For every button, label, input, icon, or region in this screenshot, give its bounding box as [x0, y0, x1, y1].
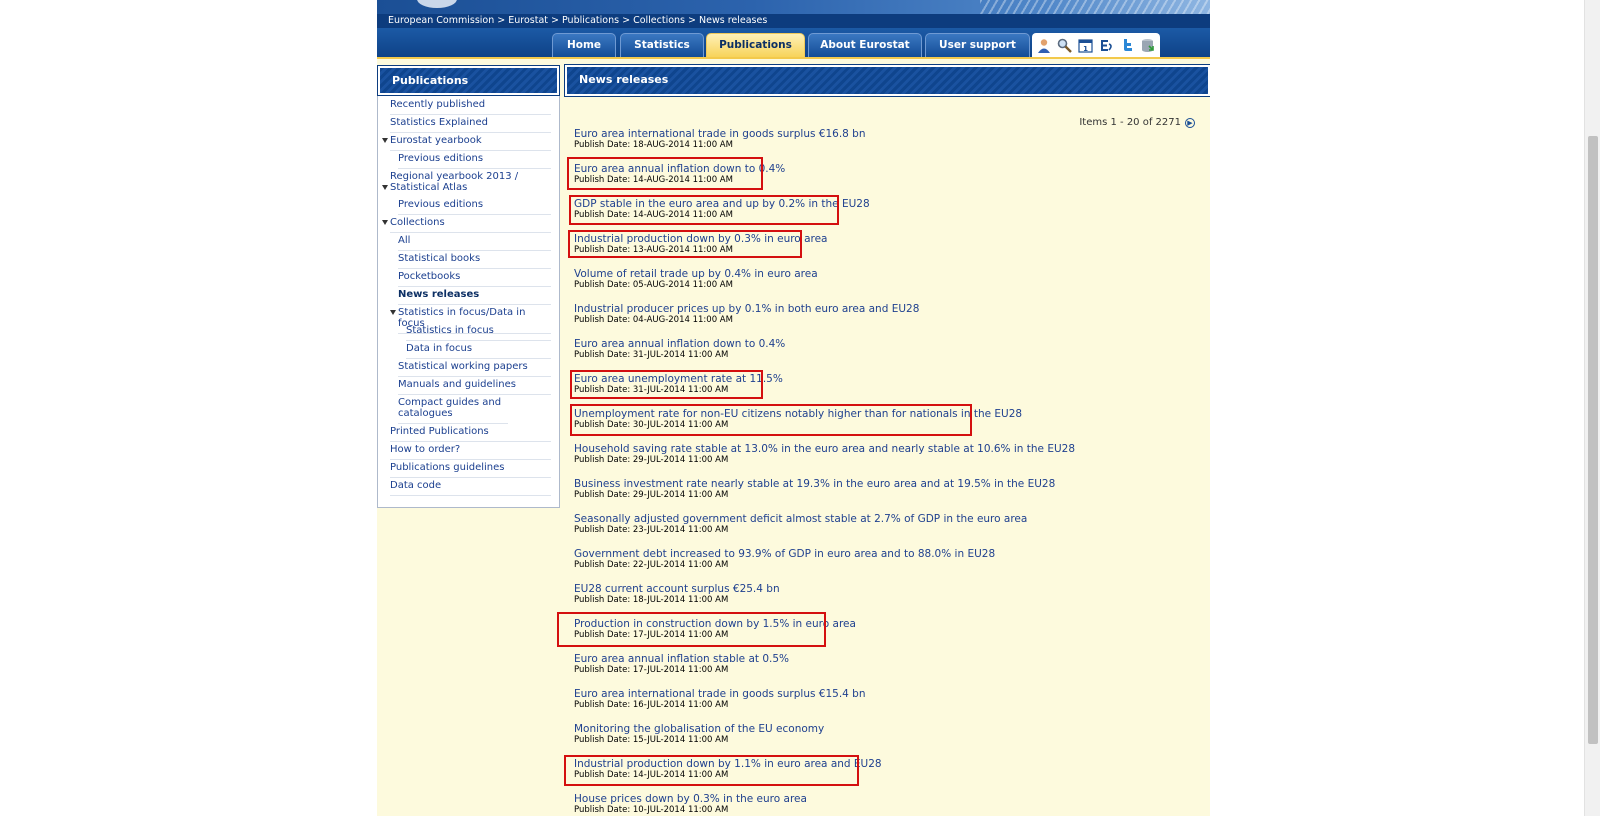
publish-date: Publish Date: 17-JUL-2014 11:00 AM	[574, 665, 729, 675]
publish-date: Publish Date: 18-JUL-2014 11:00 AM	[574, 595, 729, 605]
news-title-link[interactable]: Seasonally adjusted government deficit a…	[574, 513, 1027, 525]
tab-statistics[interactable]: Statistics	[620, 33, 704, 57]
tab-about-eurostat[interactable]: About Eurostat	[808, 33, 922, 57]
news-title-link[interactable]: Volume of retail trade up by 0.4% in eur…	[574, 268, 818, 280]
tab-user-support[interactable]: User support	[925, 33, 1030, 57]
sidebar-item-manuals-and-guidelines[interactable]: Manuals and guidelines	[378, 379, 559, 395]
twitter-icon[interactable]	[1118, 36, 1136, 54]
sidebar-item-data-code[interactable]: Data code	[378, 480, 559, 496]
tab-home[interactable]: Home	[552, 33, 616, 57]
list-item: Business investment rate nearly stable a…	[574, 478, 1055, 501]
publish-date: Publish Date: 18-AUG-2014 11:00 AM	[574, 140, 733, 150]
sidebar-item-statistics-explained[interactable]: Statistics Explained	[378, 117, 559, 133]
page-scrollbar[interactable]	[1584, 0, 1600, 816]
highlight-box	[570, 404, 972, 436]
expand-arrow-icon	[382, 220, 388, 225]
publish-date: Publish Date: 15-JUL-2014 11:00 AM	[574, 735, 729, 745]
news-title-link[interactable]: Business investment rate nearly stable a…	[574, 478, 1055, 490]
publish-date: Publish Date: 29-JUL-2014 11:00 AM	[574, 490, 729, 500]
scrollbar-thumb[interactable]	[1588, 136, 1598, 744]
highlight-box	[568, 230, 802, 258]
calendar-icon[interactable]: 1	[1077, 36, 1095, 54]
pagination-count: Items 1 - 20 of 2271	[1079, 117, 1181, 128]
expand-arrow-icon	[390, 310, 396, 315]
site-banner	[377, 0, 1210, 14]
sidebar-item-compact-guides[interactable]: Compact guides and catalogues	[378, 397, 559, 424]
rss-icon[interactable]	[1097, 36, 1115, 54]
sidebar-item-recently-published[interactable]: Recently published	[378, 99, 559, 115]
sidebar: Publications Recently published Statisti…	[377, 65, 560, 508]
page-title: News releases	[564, 64, 1210, 97]
news-title-link[interactable]: Euro area international trade in goods s…	[574, 688, 866, 700]
publish-date: Publish Date: 16-JUL-2014 11:00 AM	[574, 700, 729, 710]
list-item: Euro area international trade in goods s…	[574, 128, 866, 151]
highlight-box	[567, 157, 763, 190]
sidebar-item-statistics-in-focus[interactable]: Statistics in focus	[378, 325, 559, 341]
list-item: Volume of retail trade up by 0.4% in eur…	[574, 268, 818, 291]
tab-publications[interactable]: Publications	[706, 33, 805, 57]
news-title-link[interactable]: Monitoring the globalisation of the EU e…	[574, 723, 824, 735]
sidebar-title: Publications	[377, 65, 560, 96]
sidebar-item-printed-publications[interactable]: Printed Publications	[378, 426, 559, 442]
sidebar-item-how-to-order[interactable]: How to order?	[378, 444, 559, 460]
publish-date: Publish Date: 23-JUL-2014 11:00 AM	[574, 525, 729, 535]
svg-text:1: 1	[1083, 45, 1088, 53]
publish-date: Publish Date: 31-JUL-2014 11:00 AM	[574, 350, 729, 360]
sidebar-item-previous-editions-regional[interactable]: Previous editions	[378, 199, 559, 215]
sidebar-item-all[interactable]: All	[378, 235, 559, 251]
list-item: Household saving rate stable at 13.0% in…	[574, 443, 1075, 466]
publish-date: Publish Date: 22-JUL-2014 11:00 AM	[574, 560, 729, 570]
news-title-link[interactable]: Industrial producer prices up by 0.1% in…	[574, 303, 919, 315]
news-title-link[interactable]: House prices down by 0.3% in the euro ar…	[574, 793, 807, 805]
list-item: Government debt increased to 93.9% of GD…	[574, 548, 995, 571]
list-item: Euro area annual inflation down to 0.4% P…	[574, 338, 785, 361]
publish-date: Publish Date: 04-AUG-2014 11:00 AM	[574, 315, 733, 325]
banner-decoration	[980, 0, 1210, 14]
sidebar-item-eurostat-yearbook[interactable]: Eurostat yearbook	[378, 135, 559, 151]
news-title-link[interactable]: Household saving rate stable at 13.0% in…	[574, 443, 1075, 455]
list-item: Industrial producer prices up by 0.1% in…	[574, 303, 919, 326]
highlight-box	[569, 195, 839, 225]
breadcrumb: European Commission > Eurostat > Publica…	[377, 14, 1210, 28]
sidebar-item-news-releases[interactable]: News releases	[378, 289, 559, 305]
news-title-link[interactable]: Euro area international trade in goods s…	[574, 128, 866, 140]
news-title-link[interactable]: Euro area annual inflation down to 0.4%	[574, 338, 785, 350]
expand-arrow-icon	[382, 138, 388, 143]
database-icon[interactable]	[1139, 36, 1157, 54]
user-icon[interactable]	[1035, 36, 1053, 54]
sidebar-item-statistical-working-papers[interactable]: Statistical working papers	[378, 361, 559, 377]
expand-arrow-icon	[382, 185, 388, 190]
publish-date: Publish Date: 29-JUL-2014 11:00 AM	[574, 455, 729, 465]
list-item: Euro area annual inflation stable at 0.5…	[574, 653, 789, 676]
list-item: EU28 current account surplus €25.4 bn Pub…	[574, 583, 780, 606]
publish-date: Publish Date: 05-AUG-2014 11:00 AM	[574, 280, 733, 290]
highlight-box	[557, 612, 826, 647]
news-title-link[interactable]: EU28 current account surplus €25.4 bn	[574, 583, 780, 595]
sidebar-item-previous-editions-yearbook[interactable]: Previous editions	[378, 153, 559, 169]
list-item: Seasonally adjusted government deficit a…	[574, 513, 1027, 536]
news-title-link[interactable]: Government debt increased to 93.9% of GD…	[574, 548, 995, 560]
toolbar-icons: 1	[1032, 33, 1160, 57]
highlight-box	[564, 755, 859, 786]
sidebar-item-data-in-focus[interactable]: Data in focus	[378, 343, 559, 359]
search-icon[interactable]	[1056, 36, 1074, 54]
sidebar-item-publications-guidelines[interactable]: Publications guidelines	[378, 462, 559, 478]
publish-date: Publish Date: 10-JUL-2014 11:00 AM	[574, 805, 729, 815]
eurostat-page: European Commission > Eurostat > Publica…	[377, 0, 1210, 816]
sidebar-item-pocketbooks[interactable]: Pocketbooks	[378, 271, 559, 287]
highlight-box	[570, 370, 763, 399]
list-item: Monitoring the globalisation of the EU e…	[574, 723, 824, 746]
list-item: House prices down by 0.3% in the euro ar…	[574, 793, 807, 816]
sidebar-item-collections[interactable]: Collections	[378, 217, 559, 233]
next-page-icon[interactable]: ▶	[1185, 117, 1195, 128]
sidebar-item-statistical-books[interactable]: Statistical books	[378, 253, 559, 269]
ec-logo-icon	[417, 0, 457, 8]
sidebar-item-regional-yearbook[interactable]: Regional yearbook 2013 / Statistical Atl…	[378, 171, 559, 197]
main-nav: Home Statistics Publications About Euros…	[377, 28, 1210, 59]
pagination: Items 1 - 20 of 2271 ▶	[1079, 117, 1195, 128]
list-item: Euro area international trade in goods s…	[574, 688, 866, 711]
news-title-link[interactable]: Euro area annual inflation stable at 0.5…	[574, 653, 789, 665]
